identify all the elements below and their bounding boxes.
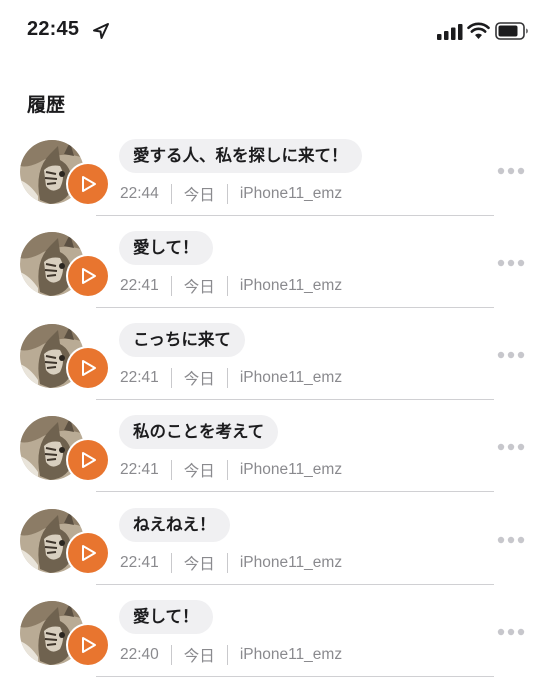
meta-separator (170, 184, 172, 204)
row-divider (96, 491, 494, 492)
message-day: 今日 (183, 371, 215, 388)
play-icon (82, 176, 96, 192)
play-icon (82, 637, 96, 653)
message-bubble: 愛して！ (119, 231, 213, 265)
history-row[interactable]: 愛する人、私を探しに来て！ 22:44 今日 iPhone11_emz (0, 124, 554, 216)
meta-separator (226, 645, 228, 665)
message-day: 今日 (183, 279, 215, 296)
message-device: iPhone11_emz (239, 554, 343, 571)
meta-separator (170, 645, 172, 665)
history-row[interactable]: 愛して！ 22:40 今日 iPhone11_emz (0, 585, 554, 677)
more-options-icon[interactable] (496, 442, 526, 452)
message-bubble: こっちに来て (119, 323, 245, 357)
meta-separator (170, 276, 172, 296)
message-time: 22:41 (120, 369, 159, 386)
meta-separator (226, 368, 228, 388)
play-button[interactable] (68, 348, 108, 388)
meta-separator (226, 553, 228, 573)
message-device: iPhone11_emz (239, 461, 343, 478)
message-time: 22:41 (120, 554, 159, 571)
message-device: iPhone11_emz (239, 185, 343, 202)
play-button[interactable] (68, 625, 108, 665)
message-device: iPhone11_emz (239, 646, 343, 663)
message-bubble: 愛して！ (119, 600, 213, 634)
message-device: iPhone11_emz (239, 277, 343, 294)
message-time: 22:40 (120, 646, 159, 663)
message-bubble: ねえねえ！ (119, 508, 230, 542)
message-device: iPhone11_emz (239, 369, 343, 386)
status-bar: 22:45 (0, 0, 554, 64)
history-row[interactable]: こっちに来て 22:41 今日 iPhone11_emz (0, 308, 554, 400)
message-bubble: 私のことを考えて (119, 415, 279, 449)
message-meta: 22:41 今日 iPhone11_emz (120, 553, 342, 573)
message-meta: 22:40 今日 iPhone11_emz (120, 645, 342, 665)
wifi-icon (467, 22, 490, 39)
play-button[interactable] (68, 256, 108, 296)
play-button[interactable] (68, 164, 108, 204)
play-icon (82, 452, 96, 468)
message-day: 今日 (183, 463, 215, 480)
message-time: 22:41 (120, 461, 159, 478)
message-meta: 22:41 今日 iPhone11_emz (120, 460, 342, 480)
location-arrow-icon (93, 23, 109, 39)
battery-icon (495, 22, 528, 40)
cellular-signal-icon (437, 24, 463, 40)
history-row[interactable]: ねえねえ！ 22:41 今日 iPhone11_emz (0, 493, 554, 585)
message-day: 今日 (183, 648, 215, 665)
row-divider (96, 676, 494, 677)
meta-separator (226, 184, 228, 204)
message-bubble: 愛する人、私を探しに来て！ (119, 139, 362, 173)
more-options-icon[interactable] (496, 535, 526, 545)
message-time: 22:44 (120, 185, 159, 202)
status-time: 22:45 (27, 18, 80, 40)
play-button[interactable] (68, 440, 108, 480)
more-options-icon[interactable] (496, 258, 526, 268)
message-day: 今日 (183, 187, 215, 204)
message-day: 今日 (183, 556, 215, 573)
meta-separator (226, 460, 228, 480)
section-title: 履歴 (27, 94, 66, 116)
meta-separator (170, 368, 172, 388)
history-row[interactable]: 私のことを考えて 22:41 今日 iPhone11_emz (0, 400, 554, 492)
message-meta: 22:44 今日 iPhone11_emz (120, 184, 342, 204)
meta-separator (170, 460, 172, 480)
play-icon (82, 545, 96, 561)
play-button[interactable] (68, 533, 108, 573)
more-options-icon[interactable] (496, 166, 526, 176)
play-icon (82, 268, 96, 284)
history-row[interactable]: 愛して！ 22:41 今日 iPhone11_emz (0, 216, 554, 308)
more-options-icon[interactable] (496, 627, 526, 637)
message-time: 22:41 (120, 277, 159, 294)
meta-separator (170, 553, 172, 573)
more-options-icon[interactable] (496, 350, 526, 360)
message-meta: 22:41 今日 iPhone11_emz (120, 276, 342, 296)
message-meta: 22:41 今日 iPhone11_emz (120, 368, 342, 388)
meta-separator (226, 276, 228, 296)
play-icon (82, 360, 96, 376)
